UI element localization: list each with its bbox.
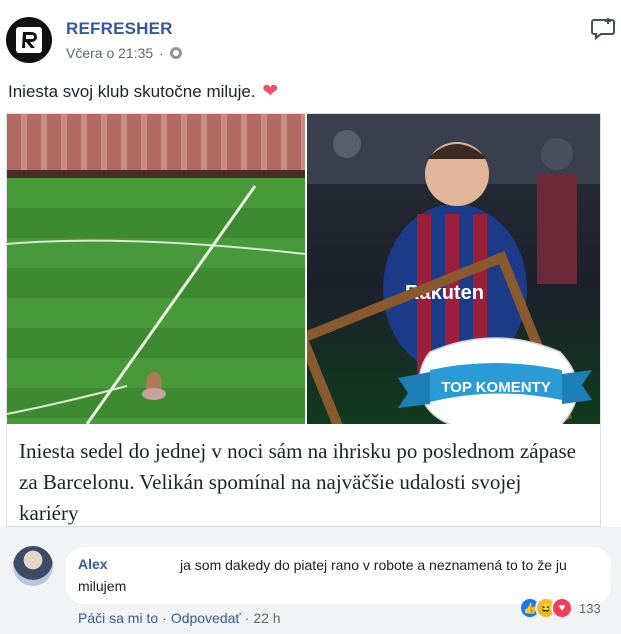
- link-title[interactable]: Iniesta sedel do jednej v noci sám na ih…: [19, 436, 579, 529]
- link-preview-image[interactable]: Rakuten TOP KOMENTY: [7, 114, 600, 424]
- love-icon: ♥: [551, 597, 573, 619]
- comment-timestamp[interactable]: 22 h: [253, 610, 280, 626]
- post-message: Iniesta svoj klub skutočne miluje. ❤: [8, 80, 278, 103]
- comments-section: Alex ja som dakedy do piatej rano v robo…: [0, 527, 621, 634]
- globe-icon: [169, 47, 182, 59]
- comment-actions: Páči sa mi to · Odpovedať · 22 h: [78, 610, 281, 626]
- action-separator: ·: [162, 610, 167, 626]
- page-avatar[interactable]: [6, 17, 52, 63]
- pitch-lines: [7, 185, 305, 424]
- reaction-count: 133: [579, 600, 601, 616]
- meta-separator: ·: [159, 45, 164, 61]
- reactions-summary[interactable]: 👍 😆 ♥ 133: [519, 597, 601, 619]
- heart-emoji-icon: ❤: [262, 81, 279, 102]
- action-separator: ·: [244, 610, 250, 626]
- link-preview-card[interactable]: Rakuten TOP KOMENTY Iniesta sedel do jed…: [6, 113, 601, 527]
- refresher-logo-icon: [16, 27, 42, 53]
- comment-bubble: Alex ja som dakedy do piatej rano v robo…: [66, 547, 611, 604]
- page-name-link[interactable]: REFRESHER: [66, 19, 173, 39]
- post-message-text: Iniesta svoj klub skutočne miluje.: [8, 82, 256, 101]
- badge-text: TOP KOMENTY: [441, 379, 550, 396]
- facebook-post: REFRESHER Včera o 21:35 · Iniesta svoj k…: [0, 0, 621, 634]
- reply-comment-link[interactable]: Odpovedať: [171, 610, 241, 626]
- empty-stadium-photo: [7, 114, 305, 424]
- post-timestamp[interactable]: Včera o 21:35: [66, 45, 153, 61]
- comment-bubble-icon[interactable]: [589, 14, 617, 42]
- like-comment-link[interactable]: Páči sa mi to: [78, 610, 158, 626]
- post-header: REFRESHER Včera o 21:35 ·: [0, 0, 621, 75]
- top-komenty-badge: TOP KOMENTY: [398, 337, 592, 424]
- post-meta: Včera o 21:35 ·: [66, 45, 182, 61]
- commenter-avatar[interactable]: [13, 546, 53, 586]
- comment-text: ja som dakedy do piatej rano v robote a …: [78, 557, 567, 594]
